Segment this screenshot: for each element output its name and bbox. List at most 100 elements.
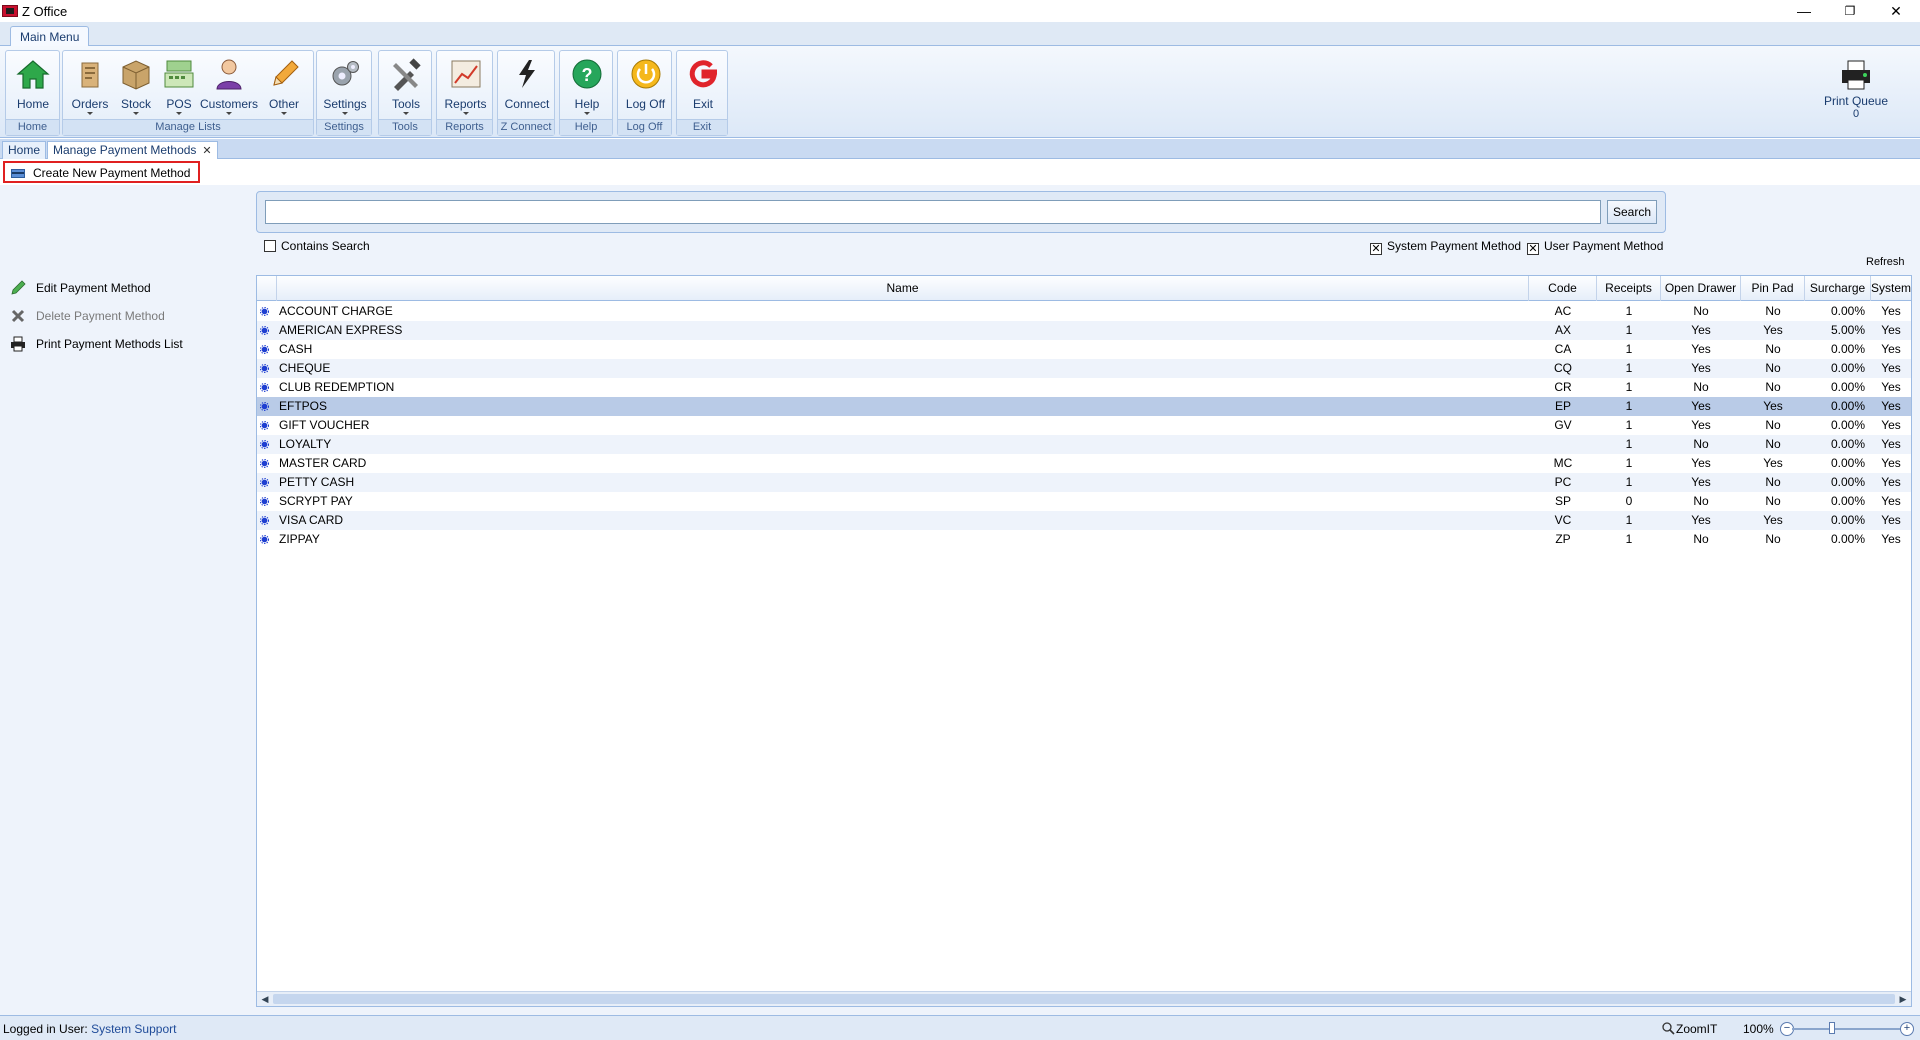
column-header-open-drawer[interactable]: Open Drawer xyxy=(1661,276,1741,301)
cell-code: CQ xyxy=(1554,361,1572,375)
zoom-percentage: 100% xyxy=(1743,1022,1774,1036)
table-row[interactable]: PETTY CASH PC 1 Yes No 0.00% Yes xyxy=(257,473,1911,492)
zoom-slider-track[interactable] xyxy=(1792,1028,1904,1030)
horizontal-scrollbar[interactable]: ◀ ▶ xyxy=(257,991,1911,1006)
table-row[interactable]: ZIPPAY ZP 1 No No 0.00% Yes xyxy=(257,530,1911,549)
cell-pin-pad: No xyxy=(1765,304,1781,318)
scroll-left-arrow-icon[interactable]: ◀ xyxy=(260,994,270,1004)
connect-button[interactable]: Connect xyxy=(500,53,554,119)
log-off-power-icon xyxy=(631,59,660,89)
help-dropdown-arrow xyxy=(584,112,590,115)
cell-open-drawer: No xyxy=(1693,437,1709,451)
payment-method-row-icon xyxy=(260,459,269,468)
app-logo-icon xyxy=(2,5,18,17)
system-payment-method-checkbox[interactable]: ✕ System Payment Method xyxy=(1370,239,1521,255)
logged-in-user-name[interactable]: System Support xyxy=(91,1022,176,1036)
customers-button[interactable]: Customers xyxy=(199,53,259,119)
cell-system: Yes xyxy=(1881,304,1901,318)
close-tab-icon[interactable]: ✕ xyxy=(202,145,211,157)
refresh-link[interactable]: Refresh xyxy=(1866,256,1905,268)
column-header-code[interactable]: Code xyxy=(1529,276,1597,301)
settings-button[interactable]: Settings xyxy=(319,53,371,119)
group-label-log-off: Log Off xyxy=(618,119,671,135)
tools-button[interactable]: Tools xyxy=(381,53,431,119)
cell-system: Yes xyxy=(1881,342,1901,356)
edit-pencil-icon xyxy=(11,280,26,295)
search-input[interactable] xyxy=(265,200,1601,224)
group-label-settings: Settings xyxy=(317,119,371,135)
home-button[interactable]: Home xyxy=(8,53,58,119)
payment-method-row-icon xyxy=(260,497,269,506)
zoomit-label[interactable]: ZoomIT xyxy=(1676,1022,1717,1036)
cell-pin-pad: Yes xyxy=(1763,513,1783,527)
column-header-system[interactable]: System xyxy=(1871,276,1911,301)
cell-open-drawer: Yes xyxy=(1691,418,1711,432)
column-header-pin-pad[interactable]: Pin Pad xyxy=(1741,276,1805,301)
exit-button[interactable]: Exit xyxy=(679,53,727,119)
payment-method-row-icon xyxy=(260,440,269,449)
delete-payment-method-action[interactable]: Delete Payment Method xyxy=(10,306,165,326)
title-bar: Z Office — ❐ ✕ xyxy=(0,0,1920,22)
svg-text:?: ? xyxy=(582,65,593,85)
table-row[interactable]: VISA CARD VC 1 Yes Yes 0.00% Yes xyxy=(257,511,1911,530)
reports-button[interactable]: Reports xyxy=(439,53,492,119)
tab-manage-payment-methods[interactable]: Manage Payment Methods ✕ xyxy=(47,141,218,160)
cell-system: Yes xyxy=(1881,418,1901,432)
exit-icon xyxy=(689,60,718,88)
zoom-slider-thumb[interactable] xyxy=(1829,1022,1835,1034)
search-button[interactable]: Search xyxy=(1607,200,1657,224)
cell-name: CHEQUE xyxy=(279,361,331,375)
zoom-in-button[interactable]: + xyxy=(1900,1022,1914,1036)
tools-wrench-icon xyxy=(393,58,421,91)
contains-search-checkbox[interactable]: Contains Search xyxy=(264,239,370,255)
pos-button[interactable]: POS xyxy=(159,53,199,119)
table-row[interactable]: SCRYPT PAY SP 0 No No 0.00% Yes xyxy=(257,492,1911,511)
close-window-button[interactable]: ✕ xyxy=(1873,0,1919,22)
credit-card-icon xyxy=(11,169,25,178)
pencil-icon xyxy=(273,60,299,86)
group-label-exit: Exit xyxy=(677,119,727,135)
other-button[interactable]: Other xyxy=(259,53,309,119)
table-row[interactable]: LOYALTY 1 No No 0.00% Yes xyxy=(257,435,1911,454)
print-queue-button[interactable]: Print Queue 0 xyxy=(1818,56,1894,122)
print-payment-methods-list-action[interactable]: Print Payment Methods List xyxy=(10,334,183,354)
table-row[interactable]: CASH CA 1 Yes No 0.00% Yes xyxy=(257,340,1911,359)
cell-open-drawer: No xyxy=(1693,494,1709,508)
minimize-button[interactable]: — xyxy=(1781,0,1827,22)
orders-button[interactable]: Orders xyxy=(67,53,113,119)
table-row[interactable]: GIFT VOUCHER GV 1 Yes No 0.00% Yes xyxy=(257,416,1911,435)
edit-payment-method-action[interactable]: Edit Payment Method xyxy=(10,278,151,298)
tab-home[interactable]: Home xyxy=(2,141,47,160)
ribbon-group-manage-lists: Orders Stock POS Customers Other Manage … xyxy=(62,50,314,136)
column-header-receipts[interactable]: Receipts xyxy=(1597,276,1661,301)
help-button[interactable]: ? Help xyxy=(562,53,612,119)
tab-main-menu[interactable]: Main Menu xyxy=(10,26,90,47)
table-row[interactable]: EFTPOS EP 1 Yes Yes 0.00% Yes xyxy=(257,397,1911,416)
stock-button[interactable]: Stock xyxy=(113,53,159,119)
create-new-payment-method-button[interactable]: Create New Payment Method xyxy=(3,161,201,183)
table-row[interactable]: MASTER CARD MC 1 Yes Yes 0.00% Yes xyxy=(257,454,1911,473)
cell-open-drawer: Yes xyxy=(1691,456,1711,470)
cell-receipts: 1 xyxy=(1625,342,1633,356)
table-row[interactable]: CLUB REDEMPTION CR 1 No No 0.00% Yes xyxy=(257,378,1911,397)
scrollbar-thumb[interactable] xyxy=(273,994,1895,1004)
system-payment-method-label: System Payment Method xyxy=(1387,239,1522,253)
table-row[interactable]: ACCOUNT CHARGE AC 1 No No 0.00% Yes xyxy=(257,302,1911,321)
table-row[interactable]: AMERICAN EXPRESS AX 1 Yes Yes 5.00% Yes xyxy=(257,321,1911,340)
orders-dropdown-arrow xyxy=(87,112,93,115)
pos-dropdown-arrow xyxy=(176,112,182,115)
column-header-name[interactable]: Name xyxy=(277,276,1529,301)
restore-button[interactable]: ❐ xyxy=(1827,0,1873,22)
user-payment-method-checkbox[interactable]: ✕ User Payment Method xyxy=(1527,239,1663,255)
table-row[interactable]: CHEQUE CQ 1 Yes No 0.00% Yes xyxy=(257,359,1911,378)
contains-search-box xyxy=(264,240,276,252)
column-header-surcharge[interactable]: Surcharge xyxy=(1805,276,1871,301)
pos-register-icon xyxy=(164,60,194,88)
cell-system: Yes xyxy=(1881,361,1901,375)
payment-methods-grid: Name Code Receipts Open Drawer Pin Pad S… xyxy=(256,275,1912,1007)
group-label-home: Home xyxy=(6,119,59,135)
ribbon-group-z-connect: Connect Z Connect xyxy=(497,50,555,136)
log-off-button[interactable]: Log Off xyxy=(620,53,671,119)
scroll-right-arrow-icon[interactable]: ▶ xyxy=(1898,994,1908,1004)
ribbon: Home Home Orders Stock POS Customers Oth… xyxy=(0,46,1920,138)
